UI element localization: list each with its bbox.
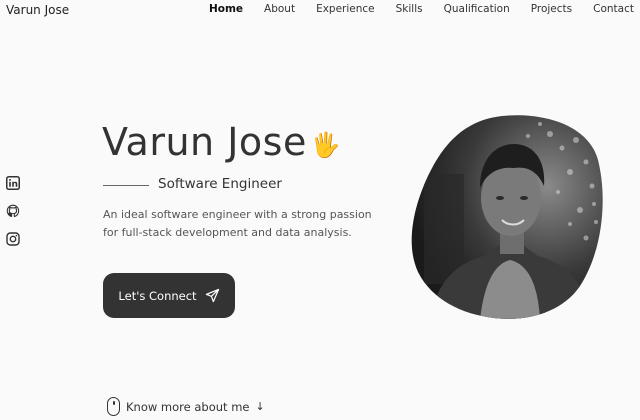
nav-item-experience[interactable]: Experience bbox=[316, 3, 375, 15]
github-icon[interactable] bbox=[6, 204, 20, 218]
nav-item-contact[interactable]: Contact bbox=[593, 3, 634, 15]
role-divider bbox=[103, 185, 149, 186]
nav-item-home[interactable]: Home bbox=[209, 3, 243, 15]
hero-name-text: Varun Jose bbox=[102, 120, 307, 164]
hero-role: Software Engineer bbox=[158, 176, 282, 192]
nav-item-qualification[interactable]: Qualification bbox=[444, 3, 510, 15]
hero-name: Varun Jose 🖐 bbox=[102, 118, 341, 169]
social-links bbox=[6, 176, 20, 246]
nav-item-projects[interactable]: Projects bbox=[531, 3, 572, 15]
top-navbar: Varun Jose Home About Experience Skills … bbox=[0, 0, 640, 22]
know-more-label: Know more about me bbox=[126, 399, 250, 414]
lets-connect-button[interactable]: Let's Connect bbox=[103, 273, 235, 318]
linkedin-icon[interactable] bbox=[6, 176, 20, 190]
brand-logo[interactable]: Varun Jose bbox=[6, 3, 69, 17]
waving-hand-icon: 🖐 bbox=[310, 130, 342, 159]
send-icon bbox=[205, 288, 219, 303]
nav-menu: Home About Experience Skills Qualificati… bbox=[188, 3, 634, 15]
profile-photo bbox=[410, 114, 606, 320]
nav-item-about[interactable]: About bbox=[264, 3, 295, 15]
mouse-icon bbox=[107, 397, 120, 416]
instagram-icon[interactable] bbox=[6, 232, 20, 246]
nav-item-skills[interactable]: Skills bbox=[396, 3, 423, 15]
arrow-down-icon: ↓ bbox=[255, 400, 265, 413]
hero-description: An ideal software engineer with a strong… bbox=[103, 208, 372, 239]
know-more-link[interactable]: Know more about me ↓ bbox=[107, 397, 265, 416]
lets-connect-label: Let's Connect bbox=[118, 288, 197, 303]
